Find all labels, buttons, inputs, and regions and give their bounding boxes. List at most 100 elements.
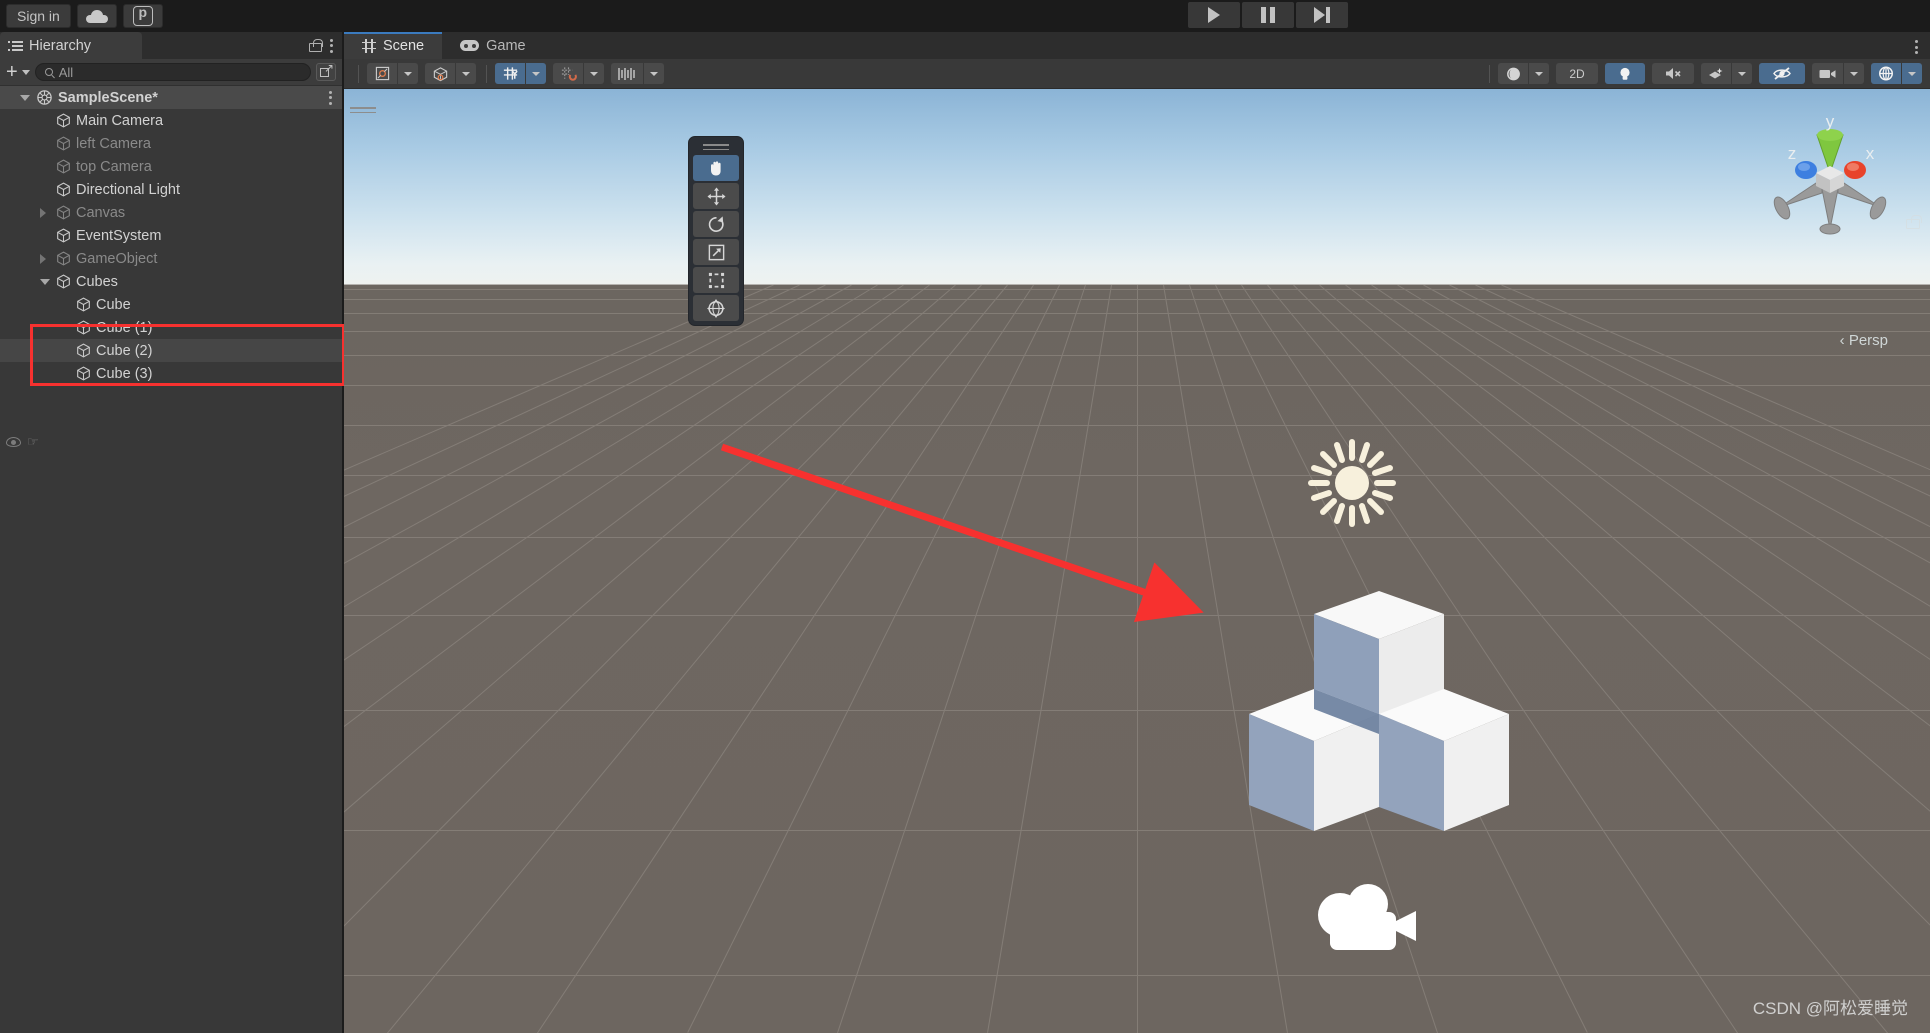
- scene-menu-icon[interactable]: [1915, 40, 1918, 54]
- snap-increment-dropdown[interactable]: [644, 63, 664, 84]
- scene-viewport[interactable]: y z x ‹ Persp CSDN @阿松爱睡觉: [344, 89, 1930, 1033]
- tree-item-canvas[interactable]: Canvas: [0, 201, 342, 224]
- tree-item-eventsystem[interactable]: EventSystem: [0, 224, 342, 247]
- camera-settings-dropdown[interactable]: [1844, 63, 1864, 84]
- chevron-down-icon[interactable]: [40, 278, 50, 285]
- tree-item-samplescene[interactable]: SampleScene*: [0, 86, 342, 109]
- grid-snapping-dropdown[interactable]: [584, 63, 604, 84]
- chevron-right-icon[interactable]: [40, 253, 46, 264]
- tab-scene-label: Scene: [383, 37, 425, 54]
- transform-globe-icon: [707, 299, 725, 318]
- handle-orientation-dropdown[interactable]: [456, 63, 476, 84]
- scene-audio-button[interactable]: [1652, 63, 1694, 84]
- scene-icon: [36, 89, 53, 106]
- snap-increment-button[interactable]: [611, 63, 643, 84]
- tree-item-cube-2[interactable]: Cube (2): [0, 339, 342, 362]
- gizmo-x-label: x: [1866, 144, 1875, 163]
- tree-item-left-camera[interactable]: left Camera: [0, 132, 342, 155]
- ground-plane: [344, 284, 1930, 1033]
- audio-mute-icon: [1666, 68, 1681, 79]
- tools-overlay: [688, 136, 744, 326]
- tree-item-label: Cube: [96, 296, 131, 313]
- chevron-down-icon: [532, 71, 540, 76]
- chevron-right-icon[interactable]: [40, 207, 46, 218]
- pivot-mode-button[interactable]: [367, 63, 397, 84]
- scene-visibility-button[interactable]: [1759, 63, 1805, 84]
- tree-item-gameobject[interactable]: GameObject: [0, 247, 342, 270]
- cloud-button[interactable]: [76, 4, 117, 28]
- scene-orientation-gizmo[interactable]: y z x: [1760, 107, 1900, 257]
- gizmos-dropdown[interactable]: [1902, 63, 1922, 84]
- transform-tool[interactable]: [693, 295, 739, 321]
- scene-fx-button[interactable]: [1701, 63, 1731, 84]
- gizmos-button[interactable]: [1871, 63, 1901, 84]
- tab-game[interactable]: Game: [442, 32, 544, 59]
- unity-services-button[interactable]: [122, 4, 163, 28]
- chevron-down-icon: [1535, 71, 1543, 76]
- lock-icon[interactable]: [309, 39, 323, 52]
- play-button[interactable]: [1188, 2, 1240, 28]
- tree-item-cube-1[interactable]: Cube (1): [0, 316, 342, 339]
- add-gameobject-button[interactable]: +: [6, 62, 30, 82]
- hand-pointer-icon[interactable]: ☞: [27, 434, 39, 450]
- tab-hierarchy[interactable]: Hierarchy: [0, 32, 142, 59]
- camera-settings-button[interactable]: [1812, 63, 1843, 84]
- hierarchy-menu-icon[interactable]: [330, 38, 333, 53]
- tree-item-directional-light[interactable]: Directional Light: [0, 178, 342, 201]
- handle-orientation-button[interactable]: [425, 63, 455, 84]
- scene-lighting-button[interactable]: [1605, 63, 1645, 84]
- rotate-icon: [708, 215, 724, 232]
- chevron-down-icon: [1738, 71, 1746, 76]
- tree-item-cubes[interactable]: Cubes: [0, 270, 342, 293]
- hand-tool[interactable]: [693, 155, 739, 181]
- move-tool[interactable]: [693, 183, 739, 209]
- unity-services-icon: [132, 4, 153, 26]
- pause-icon: [1261, 7, 1275, 23]
- tree-item-label: left Camera: [76, 135, 151, 152]
- tools-drag-handle[interactable]: [693, 141, 739, 153]
- toggle-2d-button[interactable]: 2D: [1556, 63, 1598, 84]
- rect-transform-tool[interactable]: [693, 267, 739, 293]
- tree-item-top-camera[interactable]: top Camera: [0, 155, 342, 178]
- tree-item-main-camera[interactable]: Main Camera: [0, 109, 342, 132]
- scene-toolbar: 2D: [344, 59, 1930, 89]
- tree-item-label: EventSystem: [76, 227, 162, 244]
- shading-mode-dropdown[interactable]: [1529, 63, 1549, 84]
- hierarchy-tree: SampleScene* Main Camera left Camera top Ca…: [0, 86, 342, 385]
- step-button[interactable]: [1296, 2, 1348, 28]
- chevron-down-icon: [1850, 71, 1858, 76]
- pivot-mode-dropdown[interactable]: [398, 63, 418, 84]
- tab-scene[interactable]: Scene: [344, 32, 443, 59]
- overlay-drag-handle[interactable]: [350, 107, 376, 115]
- tree-item-cube[interactable]: Cube: [0, 293, 342, 316]
- tree-item-label: Directional Light: [76, 181, 180, 198]
- cubes-mesh: [1249, 591, 1509, 831]
- tree-item-cube-3[interactable]: Cube (3): [0, 362, 342, 385]
- hand-icon: [711, 161, 721, 176]
- expand-window-icon[interactable]: [316, 61, 336, 81]
- grid-visibility-dropdown[interactable]: [526, 63, 546, 84]
- scene-fx-dropdown[interactable]: [1732, 63, 1752, 84]
- projection-mode-label[interactable]: ‹ Persp: [1840, 332, 1888, 349]
- chevron-down-icon: [650, 71, 658, 76]
- gizmo-z-label: z: [1788, 144, 1797, 163]
- scene-context-menu-icon[interactable]: [329, 90, 332, 105]
- viewgizmo-lock-icon[interactable]: [1906, 215, 1922, 229]
- search-input[interactable]: All: [34, 63, 311, 81]
- pause-button[interactable]: [1242, 2, 1294, 28]
- sign-in-button[interactable]: Sign in: [6, 4, 71, 28]
- scale-tool[interactable]: [693, 239, 739, 265]
- shading-mode-button[interactable]: [1498, 63, 1528, 84]
- toggle-2d-label: 2D: [1569, 66, 1585, 81]
- gameobject-icon: [56, 113, 71, 128]
- gameobject-icon: [76, 297, 91, 312]
- chevron-down-icon[interactable]: [20, 94, 30, 101]
- hierarchy-search-row: + All: [0, 59, 342, 86]
- grid-magnet-icon: [561, 66, 577, 81]
- rotate-tool[interactable]: [693, 211, 739, 237]
- move-arrows-icon: [706, 186, 726, 206]
- eye-icon[interactable]: [6, 437, 21, 447]
- grid-visibility-button[interactable]: [495, 63, 525, 84]
- grid-snapping-button[interactable]: [553, 63, 583, 84]
- gameobject-icon: [56, 228, 71, 243]
